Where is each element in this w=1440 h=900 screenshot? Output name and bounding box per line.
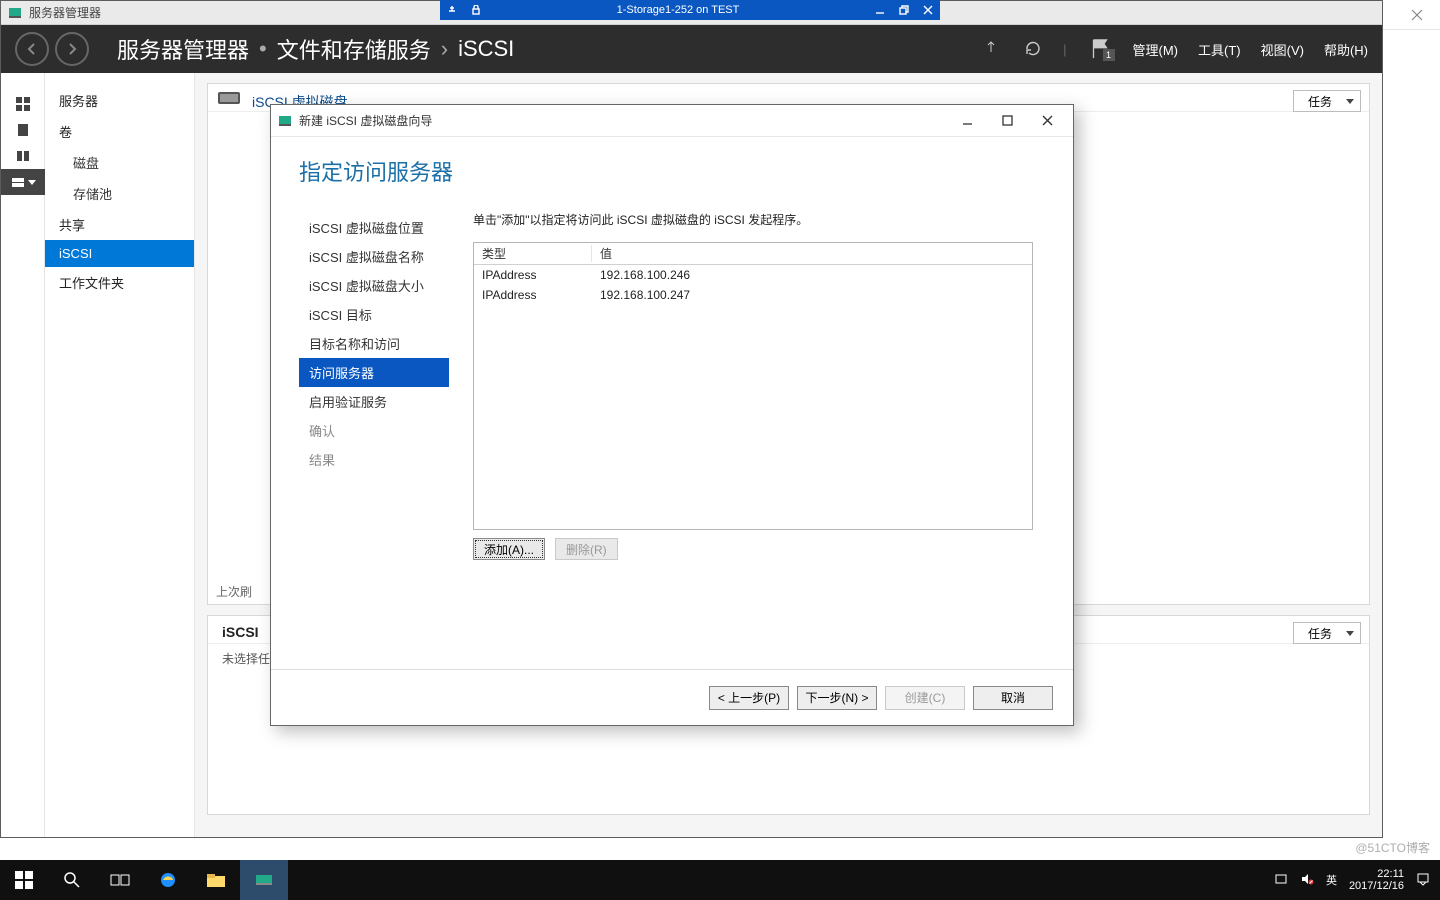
server-manager-icon (7, 5, 23, 21)
create-button: 创建(C) (885, 686, 965, 710)
nav-work-folders[interactable]: 工作文件夹 (45, 267, 194, 298)
step-name[interactable]: iSCSI 虚拟磁盘名称 (299, 242, 449, 271)
wizard-instruction: 单击"添加"以指定将访问此 iSCSI 虚拟磁盘的 iSCSI 发起程序。 (473, 211, 1045, 228)
wizard-content: 单击"添加"以指定将访问此 iSCSI 虚拟磁盘的 iSCSI 发起程序。 类型… (449, 197, 1045, 669)
tray-time[interactable]: 22:11 (1377, 868, 1404, 880)
breadcrumb-sep: • (259, 36, 267, 62)
system-tray: 英 22:11 2017/12/16 (1274, 868, 1440, 892)
refresh-options-icon[interactable] (983, 39, 1003, 59)
start-button[interactable] (0, 860, 48, 900)
remove-button: 删除(R) (555, 538, 618, 560)
nav-iscsi[interactable]: iSCSI (45, 240, 194, 267)
tasks-dropdown[interactable]: 任务 (1293, 90, 1361, 112)
tray-network-icon[interactable] (1274, 872, 1288, 889)
vm-connection-bar: 1-Storage1-252 on TEST (440, 0, 940, 20)
server-manager-task-icon[interactable] (240, 860, 288, 900)
left-icon-column (1, 73, 45, 837)
step-size[interactable]: iSCSI 虚拟磁盘大小 (299, 271, 449, 300)
wizard-steps-list: iSCSI 虚拟磁盘位置 iSCSI 虚拟磁盘名称 iSCSI 虚拟磁盘大小 i… (299, 197, 449, 669)
wizard-icon (277, 113, 293, 129)
vm-title: 1-Storage1-252 on TEST (488, 4, 868, 16)
step-target-name[interactable]: 目标名称和访问 (299, 329, 449, 358)
ie-icon[interactable] (144, 860, 192, 900)
breadcrumb-sep: › (441, 36, 448, 62)
nav-shares[interactable]: 共享 (45, 209, 194, 240)
server-manager-header: 服务器管理器 • 文件和存储服务 › iSCSI | 1 管理(M) 工具(T)… (1, 25, 1382, 73)
initiators-table[interactable]: 类型 值 IPAddress 192.168.100.246 IPAddress… (473, 242, 1033, 530)
tasks-dropdown[interactable]: 任务 (1293, 622, 1361, 644)
wizard-minimize-button[interactable] (947, 106, 987, 136)
table-row[interactable]: IPAddress 192.168.100.246 (474, 265, 1032, 285)
table-row[interactable]: IPAddress 192.168.100.247 (474, 285, 1032, 305)
breadcrumb: 服务器管理器 • 文件和存储服务 › iSCSI (117, 33, 514, 65)
panel-header-icon (216, 86, 244, 108)
panel-bottom-title: iSCSI (222, 624, 259, 640)
table-header: 类型 值 (474, 243, 1032, 265)
step-access[interactable]: 访问服务器 (299, 358, 449, 387)
cell-value: 192.168.100.246 (592, 268, 1032, 282)
notifications-flag-icon[interactable]: 1 (1087, 39, 1113, 59)
column-type[interactable]: 类型 (474, 245, 592, 262)
server-manager-title: 服务器管理器 (29, 4, 101, 21)
prev-button[interactable]: < 上一步(P) (709, 686, 789, 710)
nav-volumes[interactable]: 卷 (45, 116, 194, 147)
step-confirm: 确认 (299, 416, 449, 445)
wizard-titlebar: 新建 iSCSI 虚拟磁盘向导 (271, 105, 1073, 137)
vm-restore-button[interactable] (892, 0, 916, 20)
tray-notification-icon[interactable] (1416, 872, 1430, 889)
breadcrumb-iscsi[interactable]: iSCSI (458, 36, 514, 62)
cell-type: IPAddress (474, 288, 592, 302)
nav-pools[interactable]: 存储池 (45, 178, 194, 209)
next-button[interactable]: 下一步(N) > (797, 686, 877, 710)
breadcrumb-services[interactable]: 文件和存储服务 (277, 33, 431, 65)
task-view-icon[interactable] (96, 860, 144, 900)
all-servers-icon[interactable] (1, 143, 45, 169)
secondary-nav: 服务器 卷 磁盘 存储池 共享 iSCSI 工作文件夹 (45, 73, 195, 837)
add-button[interactable]: 添加(A)... (473, 538, 545, 560)
wizard-heading: 指定访问服务器 (271, 137, 1073, 197)
cell-value: 192.168.100.247 (592, 288, 1032, 302)
cell-type: IPAddress (474, 268, 592, 282)
step-result: 结果 (299, 445, 449, 474)
vm-close-button[interactable] (916, 0, 940, 20)
tray-date[interactable]: 2017/12/16 (1349, 880, 1404, 892)
vm-pin-icon[interactable] (440, 0, 464, 20)
vm-lock-icon[interactable] (464, 0, 488, 20)
nav-forward-button[interactable] (55, 32, 89, 66)
file-storage-icon[interactable] (1, 169, 45, 195)
explorer-icon[interactable] (192, 860, 240, 900)
search-icon[interactable] (48, 860, 96, 900)
tray-ime[interactable]: 英 (1326, 872, 1337, 888)
menu-tools[interactable]: 工具(T) (1198, 40, 1241, 59)
wizard-footer: < 上一步(P) 下一步(N) > 创建(C) 取消 (271, 669, 1073, 725)
wizard-close-button[interactable] (1027, 106, 1067, 136)
menu-view[interactable]: 视图(V) (1261, 40, 1304, 59)
local-server-icon[interactable] (1, 117, 45, 143)
host-close-button[interactable] (1394, 0, 1440, 30)
nav-servers[interactable]: 服务器 (45, 85, 194, 116)
refresh-icon[interactable] (1023, 39, 1043, 59)
breadcrumb-root[interactable]: 服务器管理器 (117, 33, 249, 65)
nav-disks[interactable]: 磁盘 (45, 147, 194, 178)
notifications-badge: 1 (1103, 49, 1115, 61)
column-value[interactable]: 值 (592, 245, 1032, 262)
wizard-title-text: 新建 iSCSI 虚拟磁盘向导 (299, 112, 432, 129)
nav-back-button[interactable] (15, 32, 49, 66)
step-location[interactable]: iSCSI 虚拟磁盘位置 (299, 213, 449, 242)
iscsi-wizard-dialog: 新建 iSCSI 虚拟磁盘向导 指定访问服务器 iSCSI 虚拟磁盘位置 iSC… (270, 104, 1074, 726)
watermark: @51CTO博客 (1355, 839, 1430, 856)
panel-top-status: 上次刷 (216, 583, 252, 600)
taskbar: 英 22:11 2017/12/16 (0, 860, 1440, 900)
step-target[interactable]: iSCSI 目标 (299, 300, 449, 329)
step-auth[interactable]: 启用验证服务 (299, 387, 449, 416)
menu-manage[interactable]: 管理(M) (1133, 40, 1179, 59)
dashboard-icon[interactable] (1, 91, 45, 117)
wizard-maximize-button[interactable] (987, 106, 1027, 136)
tray-volume-icon[interactable] (1300, 872, 1314, 889)
vm-minimize-button[interactable] (868, 0, 892, 20)
menu-help[interactable]: 帮助(H) (1324, 40, 1368, 59)
cancel-button[interactable]: 取消 (973, 686, 1053, 710)
